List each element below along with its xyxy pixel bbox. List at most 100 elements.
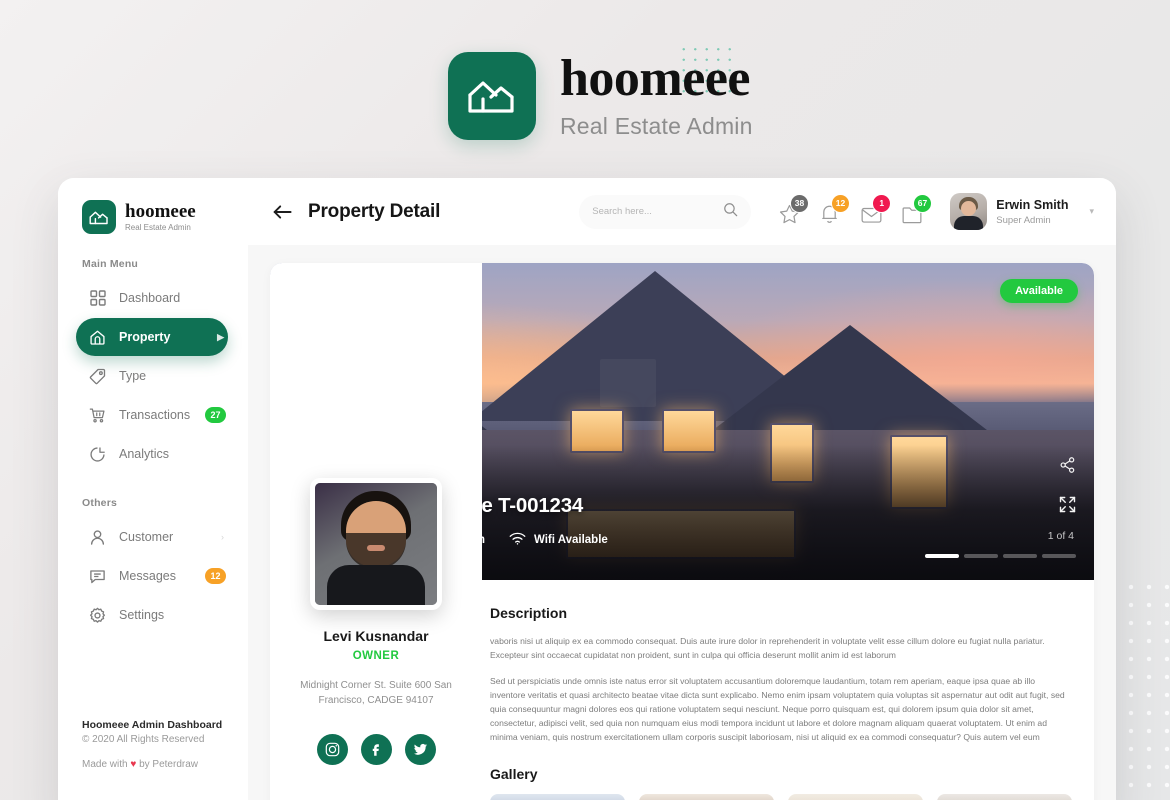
sidebar-footer-title: Hoomeee Admin Dashboard (82, 719, 223, 731)
brand-name: hoomeee (560, 49, 750, 107)
gallery-thumb-4[interactable] (937, 794, 1072, 800)
owner-role: OWNER (352, 650, 400, 662)
sidebar-item-analytics[interactable]: Analytics (76, 435, 228, 473)
header-icons: 38 12 1 67 (779, 193, 933, 224)
sidebar-item-type[interactable]: Type (76, 357, 228, 395)
gallery-thumb-2[interactable] (639, 794, 774, 800)
description-title: Description (490, 605, 568, 621)
sidebar-item-label: Messages (119, 569, 176, 583)
feature-wifi: Wifi Available (509, 532, 608, 548)
owner-photo (310, 478, 442, 610)
bell-badge: 12 (830, 193, 851, 213)
instagram-icon[interactable] (316, 734, 348, 765)
brand-tagline: Real Estate Admin (560, 112, 753, 139)
envelope-icon[interactable]: 1 (861, 193, 892, 224)
description-paragraph-2: Sed ut perspiciatis unde omnis iste natu… (490, 675, 1065, 742)
gallery-row (490, 794, 1072, 800)
sidebar-item-transactions[interactable]: Transactions 27 (76, 396, 228, 434)
house-logo-icon (448, 52, 536, 140)
sidebar: hoomeee Real Estate Admin Main Menu Dash… (58, 178, 248, 800)
feature-label: Wifi Available (533, 533, 608, 546)
owner-name: Levi Kusnandar (323, 628, 429, 644)
sidebar-logo-sub: Real Estate Admin (125, 223, 191, 233)
sidebar-item-settings[interactable]: Settings (76, 596, 228, 634)
pie-chart-icon (88, 445, 107, 464)
sidebar-item-label: Dashboard (119, 291, 181, 305)
carousel-dot-2[interactable] (964, 554, 998, 558)
carousel-dot-1[interactable] (925, 554, 959, 558)
chevron-down-icon[interactable]: ▾ (1089, 206, 1094, 217)
gallery-thumb-1[interactable] (490, 794, 625, 800)
sidebar-item-label: Settings (119, 608, 165, 622)
made-prefix: Made with (82, 759, 131, 770)
sidebar-item-customer[interactable]: Customer › (76, 518, 228, 556)
bell-icon[interactable]: 12 (820, 193, 851, 224)
page-title: Property Detail (308, 200, 441, 222)
carousel-indicators[interactable] (925, 554, 1076, 558)
folder-badge: 67 (912, 193, 933, 213)
sidebar-footer: Hoomeee Admin Dashboard © 2020 All Right… (82, 719, 222, 770)
sidebar-item-property[interactable]: Property ▶ (76, 318, 228, 356)
property-detail-card: Available Luxury Dream House T-001234 4 … (270, 263, 1094, 800)
sidebar-item-label: Analytics (119, 447, 170, 461)
description-paragraph-1: vaboris nisi ut aliquip ex ea commodo co… (490, 636, 1045, 660)
status-badge[interactable]: Available (1000, 279, 1078, 303)
sidebar-item-label: Type (119, 369, 147, 383)
gallery-title: Gallery (490, 766, 538, 783)
sidebar-section-others: Others (82, 497, 118, 509)
chevron-right-icon: ▶ (217, 331, 224, 342)
gallery-thumb-3[interactable] (788, 794, 923, 800)
owner-card: Levi Kusnandar OWNER Midnight Corner St.… (270, 263, 482, 800)
twitter-icon[interactable] (404, 734, 436, 765)
house-logo-icon-small (82, 200, 116, 234)
home-icon (88, 328, 107, 347)
search-icon[interactable] (723, 202, 738, 222)
sidebar-badge-transactions: 27 (205, 407, 226, 423)
slide-counter: 1 of 4 (1047, 530, 1074, 542)
grid-icon (88, 289, 107, 308)
sidebar-item-label: Transactions (119, 408, 191, 422)
expand-icon[interactable] (1059, 496, 1076, 518)
main-area: Property Detail 38 12 (248, 178, 1116, 800)
avatar (950, 193, 988, 230)
topbar: Property Detail 38 12 (248, 178, 1116, 245)
carousel-dot-4[interactable] (1042, 554, 1076, 558)
property-detail-body: Description vaboris nisi ut aliquip ex e… (482, 593, 1094, 800)
hero-tools (1059, 457, 1076, 518)
share-icon[interactable] (1060, 457, 1075, 478)
star-icon[interactable]: 38 (779, 193, 810, 224)
owner-socials (270, 734, 482, 765)
sidebar-item-label: Customer (119, 530, 174, 544)
back-button[interactable] (268, 198, 296, 226)
sidebar-logo-name: hoomeee (125, 200, 196, 222)
wifi-icon (509, 532, 526, 548)
folder-icon[interactable]: 67 (902, 193, 933, 224)
brand-header: hoomeee Real Estate Admin (448, 52, 753, 140)
content-area: Available Luxury Dream House T-001234 4 … (248, 245, 1116, 800)
user-icon (88, 528, 107, 547)
cart-icon (88, 406, 107, 425)
sidebar-item-messages[interactable]: Messages 12 (76, 557, 228, 595)
sidebar-footer-credit: Made with ♥ by Peterdraw (82, 759, 222, 770)
profile-name: Erwin Smith (996, 197, 1069, 212)
sidebar-item-dashboard[interactable]: Dashboard (76, 279, 228, 317)
star-badge: 38 (789, 193, 810, 213)
owner-address: Midnight Corner St. Suite 600 San Franci… (300, 680, 452, 706)
profile-role: Super Admin (996, 214, 1051, 226)
facebook-icon[interactable] (360, 734, 392, 765)
sidebar-logo[interactable]: hoomeee Real Estate Admin (58, 178, 248, 234)
tag-icon (88, 367, 107, 386)
app-window: hoomeee Real Estate Admin Main Menu Dash… (58, 178, 1116, 800)
sidebar-item-label: Property (119, 330, 171, 344)
carousel-dot-3[interactable] (1003, 554, 1037, 558)
message-icon (88, 567, 107, 586)
sidebar-badge-messages: 12 (205, 568, 226, 584)
search-input[interactable] (592, 206, 724, 217)
search-box[interactable] (579, 194, 752, 229)
gear-icon (88, 606, 107, 625)
made-suffix: by Peterdraw (136, 759, 198, 770)
envelope-badge: 1 (872, 193, 892, 213)
sidebar-footer-copyright: © 2020 All Rights Reserved (82, 734, 205, 745)
user-profile[interactable]: Erwin Smith Super Admin ▾ (950, 193, 1094, 230)
sidebar-section-main-menu: Main Menu (82, 258, 139, 270)
